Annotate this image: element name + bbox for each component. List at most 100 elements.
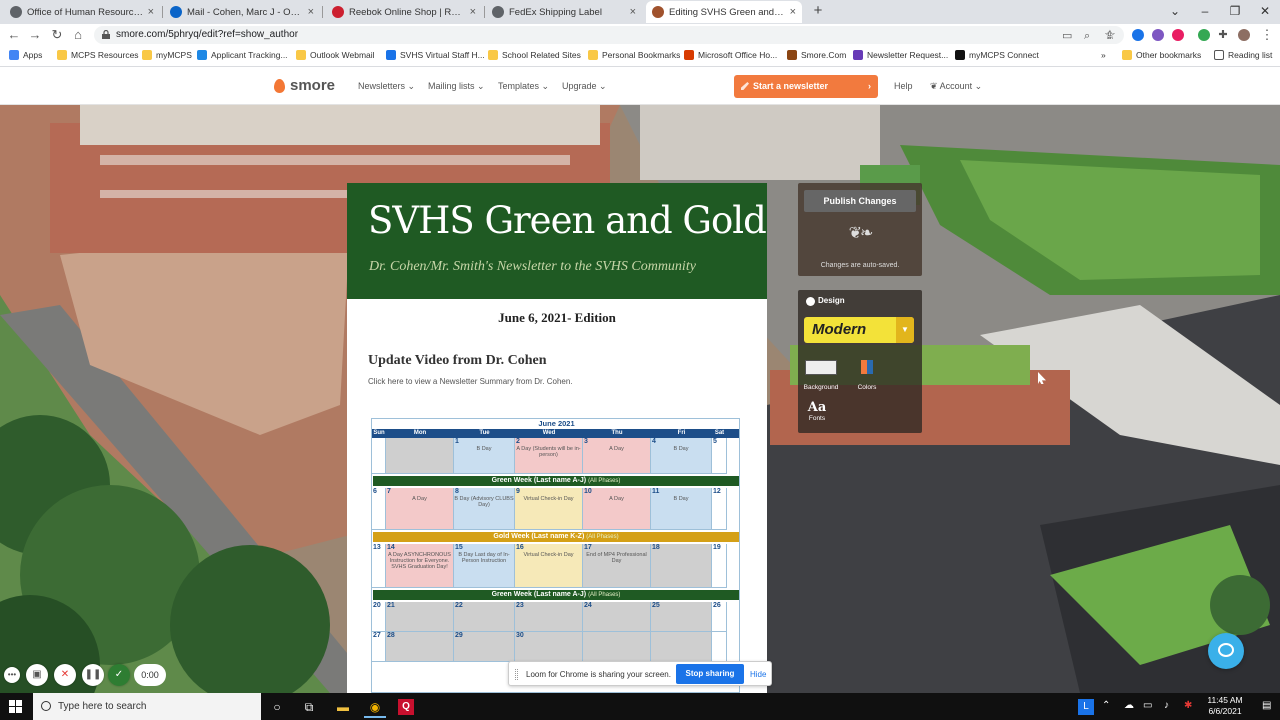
june-calendar-image[interactable]: June 2021 Sun Mon Tue Wed Thu Fri Sat 1B Day 2 A… [371, 418, 740, 693]
colors-option[interactable]: Colors [846, 355, 888, 391]
new-tab-button[interactable]: + [809, 2, 827, 20]
hide-button[interactable]: Hide [750, 662, 766, 687]
app-l-icon[interactable]: L [1078, 699, 1094, 715]
bookmark-item[interactable]: MCPS Resources [57, 50, 139, 60]
nav-newsletters[interactable]: Newsletters ⌄ [358, 81, 415, 92]
browser-tab[interactable]: Mail - Cohen, Marc J - Outlook × [164, 1, 320, 23]
loom-cancel-icon[interactable]: ✕ [54, 664, 76, 686]
tab-separator [322, 6, 323, 18]
section-link[interactable]: Click here to view a Newsletter Summary … [368, 377, 573, 386]
clock-time: 11:45 AM [1207, 695, 1243, 705]
volume-icon[interactable]: ♪ [1164, 700, 1169, 711]
nav-help[interactable]: Help [894, 81, 913, 91]
forward-icon[interactable]: → [26, 26, 44, 44]
fonts-option[interactable]: Aa Fonts [804, 400, 830, 428]
more-bookmarks-icon[interactable]: » [1101, 50, 1106, 60]
smore-logo[interactable]: smore [274, 77, 335, 94]
nav-account[interactable]: ❦ Account ⌄ [930, 81, 982, 92]
bookmark-item[interactable]: Applicant Tracking... [197, 50, 288, 60]
bookmark-item[interactable]: Outlook Webmail [296, 50, 375, 60]
back-icon[interactable]: ← [5, 26, 23, 44]
newsletter-subtitle[interactable]: Dr. Cohen/Mr. Smith's Newsletter to the … [369, 259, 696, 275]
minimize-icon[interactable]: – [1190, 0, 1220, 24]
loom-pause-icon[interactable]: ❚❚ [82, 664, 104, 686]
bookmark-item[interactable]: myMCPS Connect [955, 50, 1039, 60]
bookmark-item[interactable]: Apps [9, 50, 42, 60]
other-bookmarks[interactable]: Other bookmarks [1122, 50, 1201, 60]
extensions-puzzle-icon[interactable]: ✚ [1214, 26, 1232, 44]
start-newsletter-button[interactable]: Start a newsletter › [734, 75, 878, 98]
tab-close-icon[interactable]: × [470, 6, 476, 18]
tab-title: Mail - Cohen, Marc J - Outlook [187, 6, 304, 18]
tab-close-icon[interactable]: × [790, 6, 796, 18]
task-view-icon[interactable]: ⧉ [298, 696, 320, 718]
calendar-day-name: Sun [373, 430, 385, 436]
bookmark-item[interactable]: SVHS Virtual Staff H... [386, 50, 485, 60]
browser-tab[interactable]: Reebok Online Shop | Reebok US × [326, 1, 482, 23]
bookmark-item[interactable]: Newsletter Request... [853, 50, 948, 60]
newsletter-edition[interactable]: June 6, 2021- Edition [347, 310, 767, 326]
bookmark-item[interactable]: Personal Bookmarks [588, 50, 680, 60]
reload-icon[interactable]: ↻ [48, 26, 66, 44]
ornament-icon: ❦❧ [848, 225, 874, 242]
newsletter-header[interactable]: SVHS Green and Gold Dr. Cohen/Mr. Smith'… [347, 183, 767, 299]
loom-camera-icon[interactable]: ▣ [26, 664, 48, 686]
calendar-day-cell: 16 Virtual Check-in Day [515, 544, 583, 588]
network-icon[interactable]: ▭ [1143, 700, 1152, 711]
chat-support-button[interactable] [1208, 633, 1244, 669]
browser-tab[interactable]: Editing SVHS Green and Gold - S × [646, 1, 802, 23]
cast-icon[interactable]: ▭ [1062, 27, 1072, 45]
calendar-day-number: 26 [713, 602, 721, 609]
extension-icon[interactable] [1152, 29, 1164, 41]
notifications-icon[interactable]: ▤ [1262, 700, 1271, 711]
cortana-icon[interactable]: ○ [266, 696, 288, 718]
address-bar[interactable]: smore.com/5phryq/edit?ref=show_author ▭ … [94, 26, 1124, 44]
restore-icon[interactable]: ❐ [1220, 0, 1250, 24]
bookmark-item[interactable]: Microsoft Office Ho... [684, 50, 777, 60]
tab-close-icon[interactable]: × [630, 6, 636, 18]
drag-handle-icon[interactable] [515, 669, 518, 680]
stop-sharing-button[interactable]: Stop sharing [676, 664, 744, 684]
taskbar-clock[interactable]: 11:45 AM 6/6/2021 [1203, 695, 1247, 717]
browser-tab[interactable]: Office of Human Resources - Mo × [4, 1, 160, 23]
app-tray-icon[interactable]: ✱ [1184, 700, 1192, 711]
loom-more-icon[interactable]: ••• [4, 667, 20, 683]
home-icon[interactable]: ⌂ [69, 26, 87, 44]
nav-upgrade[interactable]: Upgrade ⌄ [562, 81, 607, 92]
browser-tab[interactable]: FedEx Shipping Label × [486, 1, 642, 23]
cloud-icon[interactable]: ☁ [1124, 700, 1134, 711]
bookmark-star-icon[interactable]: ☆ [1101, 26, 1119, 44]
calendar-day-cell: 11 B Day [651, 488, 712, 530]
windows-taskbar: Type here to search ○ ⧉ ▬ ◉ Q L ⌃ ☁ ▭ ♪ … [0, 693, 1280, 720]
bookmark-item[interactable]: myMCPS [142, 50, 192, 60]
file-explorer-icon[interactable]: ▬ [332, 696, 354, 718]
newsletter-title[interactable]: SVHS Green and Gold [368, 199, 767, 242]
zoom-icon[interactable]: ⌕ [1084, 27, 1090, 45]
theme-select[interactable]: Modern ▼ [804, 317, 914, 343]
nav-templates[interactable]: Templates ⌄ [498, 81, 549, 92]
extension-icon[interactable] [1198, 29, 1210, 41]
windows-start-icon[interactable] [9, 700, 22, 713]
tab-search-icon[interactable]: ⌄ [1160, 0, 1190, 24]
profile-avatar[interactable] [1238, 29, 1250, 41]
extension-k-icon[interactable] [1132, 29, 1144, 41]
app-q-icon[interactable]: Q [398, 699, 414, 715]
chrome-menu-icon[interactable]: ⋮ [1258, 26, 1276, 44]
reading-list[interactable]: Reading list [1214, 50, 1272, 60]
loom-finish-icon[interactable]: ✓ [108, 664, 130, 686]
bookmark-item[interactable]: Smore.Com [787, 50, 846, 60]
publish-changes-button[interactable]: Publish Changes [804, 190, 916, 212]
tab-close-icon[interactable]: × [308, 6, 314, 18]
taskbar-search-input[interactable]: Type here to search [33, 693, 261, 720]
extension-icon[interactable] [1172, 29, 1184, 41]
chrome-taskbar-icon[interactable]: ◉ [364, 696, 386, 718]
close-window-icon[interactable]: ✕ [1250, 0, 1280, 24]
background-option[interactable]: Background [800, 355, 842, 391]
bookmark-item[interactable]: School Related Sites [488, 50, 581, 60]
section-title[interactable]: Update Video from Dr. Cohen [368, 353, 547, 369]
tray-chevron-icon[interactable]: ⌃ [1102, 700, 1110, 711]
tab-favicon-icon [492, 6, 504, 18]
nav-mailing-lists[interactable]: Mailing lists ⌄ [428, 81, 485, 92]
tab-close-icon[interactable]: × [148, 6, 154, 18]
smore-navbar: smore Newsletters ⌄ Mailing lists ⌄ Temp… [0, 68, 1280, 105]
